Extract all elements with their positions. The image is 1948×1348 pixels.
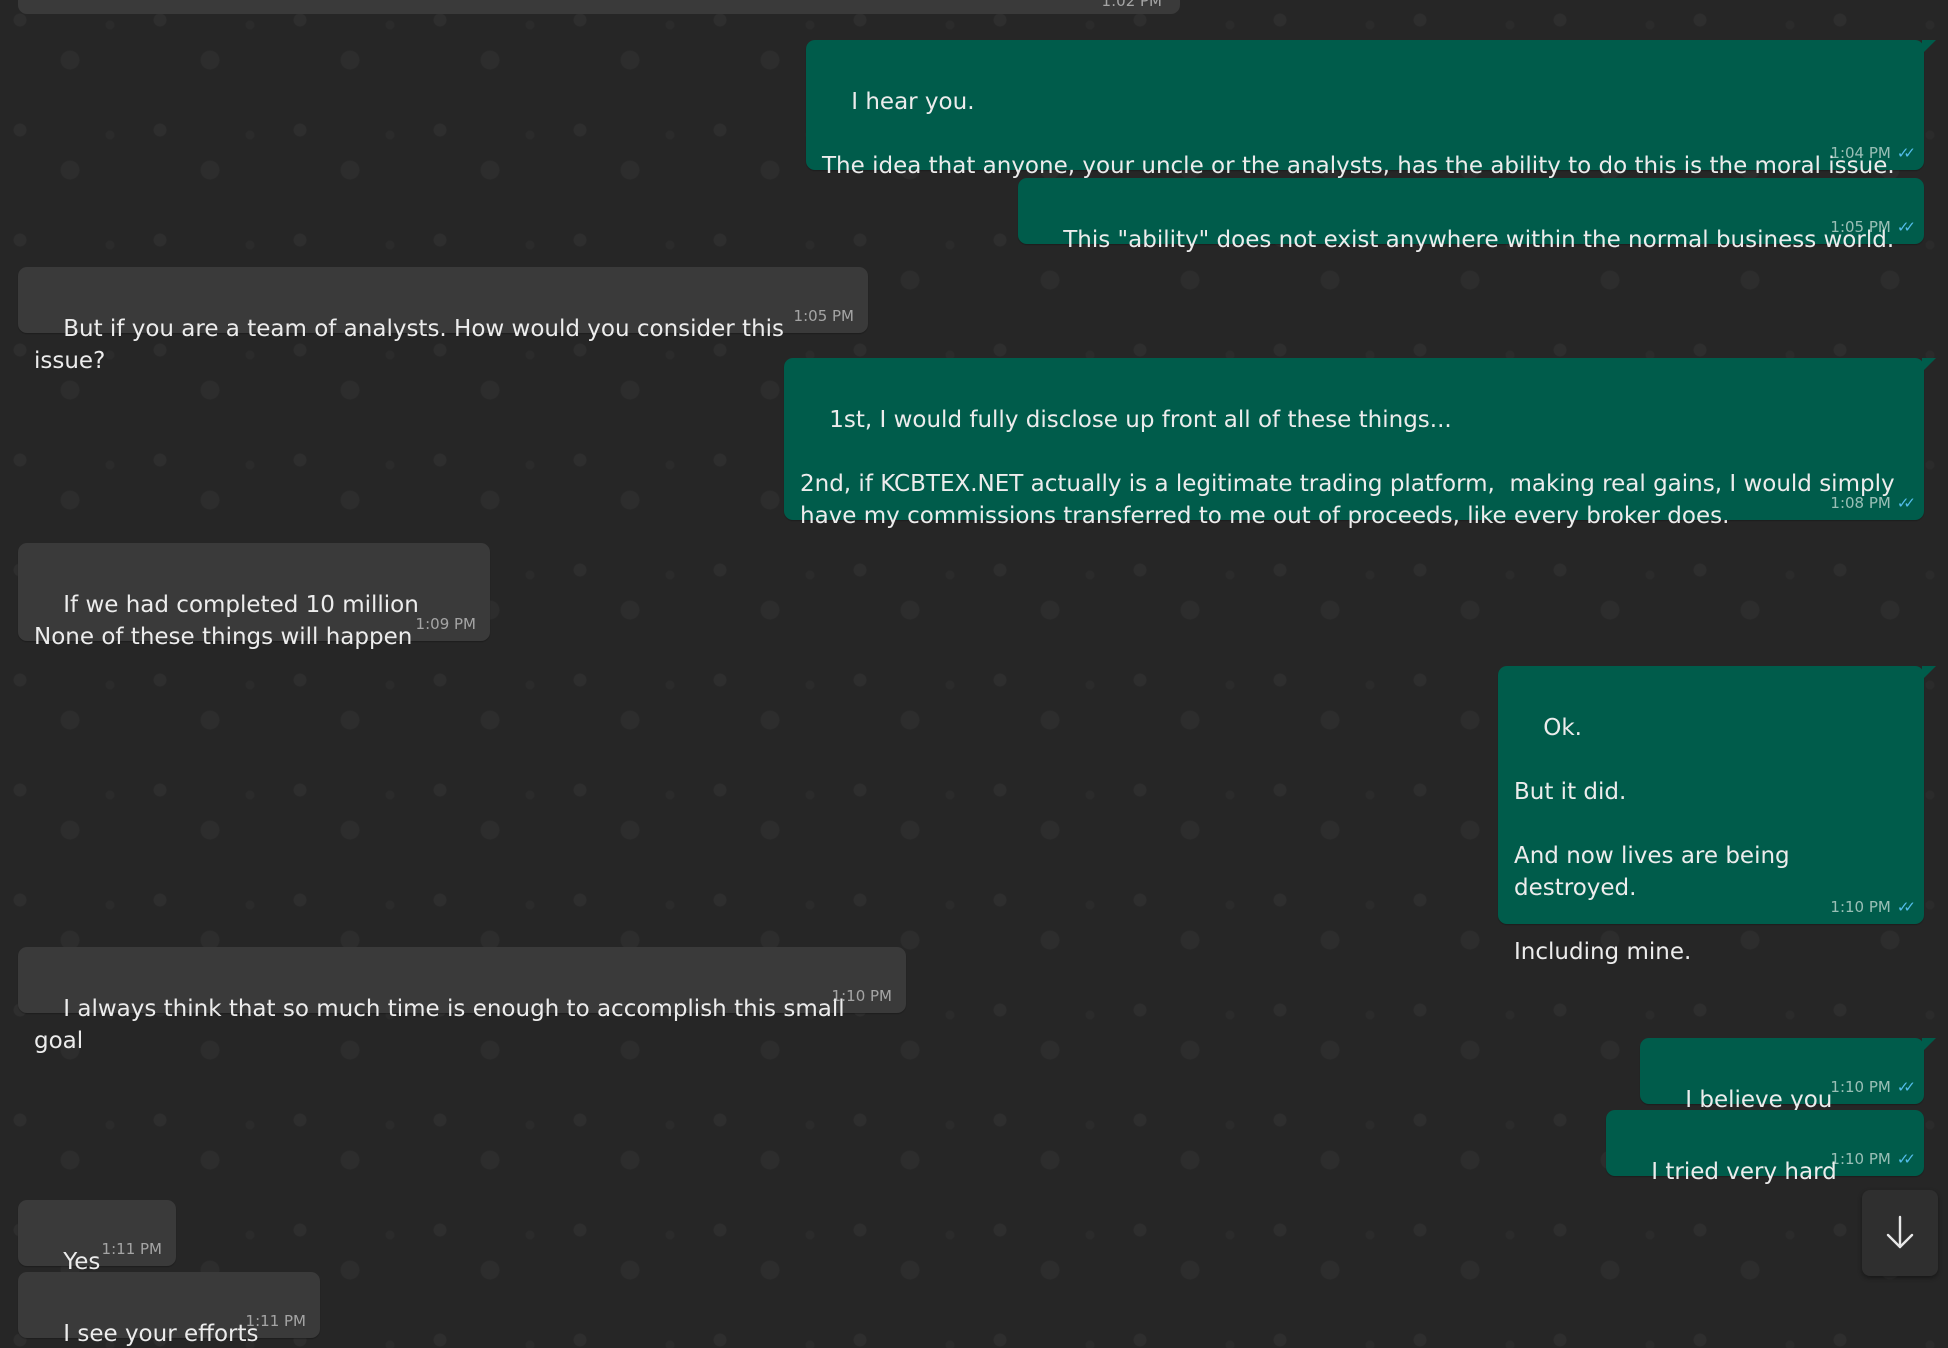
message-time: 1:10 PM xyxy=(1830,898,1891,916)
message-time: 1:11 PM xyxy=(245,1312,306,1330)
message-bubble-incoming-partial[interactable]: 1:02 PM xyxy=(18,0,1180,14)
message-bubble-outgoing[interactable]: I tried very hard 1:10 PM ✓✓ xyxy=(1606,1110,1924,1185)
message-bubble-outgoing[interactable]: I believe you 1:10 PM ✓✓ xyxy=(1640,1038,1936,1113)
message-text: If we had completed 10 million None of t… xyxy=(34,592,419,650)
message-bubble-incoming[interactable]: But if you are a team of analysts. How w… xyxy=(18,267,868,374)
double-check-icon: ✓✓ xyxy=(1896,1078,1916,1096)
double-check-icon: ✓✓ xyxy=(1896,218,1916,236)
message-text: 1st, I would fully disclose up front all… xyxy=(800,407,1895,529)
message-meta: 1:10 PM ✓✓ xyxy=(1830,898,1916,916)
double-check-icon: ✓✓ xyxy=(1896,494,1916,512)
arrow-down-icon xyxy=(1886,1215,1914,1249)
double-check-icon: ✓✓ xyxy=(1896,898,1916,916)
message-text: I see your efforts xyxy=(63,1321,259,1347)
message-meta: 1:04 PM ✓✓ xyxy=(1830,144,1916,162)
message-bubble-outgoing[interactable]: Ok. But it did. And now lives are being … xyxy=(1498,666,1936,965)
message-text: I hear you. The idea that anyone, your u… xyxy=(822,89,1895,179)
message-time: 1:09 PM xyxy=(415,615,476,633)
message-text: I tried very hard xyxy=(1651,1159,1837,1185)
message-meta: 1:05 PM ✓✓ xyxy=(1830,218,1916,236)
chat-messages-pane[interactable]: 1:02 PM I hear you. The idea that anyone… xyxy=(0,0,1948,1348)
message-bubble-incoming[interactable]: I see your efforts 1:11 PM xyxy=(18,1272,320,1347)
double-check-icon: ✓✓ xyxy=(1896,1150,1916,1168)
message-time: 1:10 PM xyxy=(831,987,892,1005)
double-check-icon: ✓✓ xyxy=(1896,144,1916,162)
message-text: But if you are a team of analysts. How w… xyxy=(34,316,792,374)
message-time: 1:05 PM xyxy=(793,307,854,325)
message-meta: 1:08 PM ✓✓ xyxy=(1830,494,1916,512)
message-meta: 1:10 PM ✓✓ xyxy=(1830,1078,1916,1096)
message-bubble-incoming[interactable]: Yes 1:11 PM xyxy=(18,1200,176,1275)
message-meta: 1:10 PM ✓✓ xyxy=(1830,1150,1916,1168)
message-bubble-outgoing[interactable]: This "ability" does not exist anywhere w… xyxy=(1018,178,1924,253)
message-bubble-incoming[interactable]: If we had completed 10 million None of t… xyxy=(18,543,490,650)
message-time: 1:10 PM xyxy=(1830,1150,1891,1168)
message-time: 1:11 PM xyxy=(101,1240,162,1258)
message-bubble-outgoing[interactable]: I hear you. The idea that anyone, your u… xyxy=(806,40,1936,179)
message-time: 1:02 PM xyxy=(1101,0,1162,10)
message-time: 1:05 PM xyxy=(1830,218,1891,236)
message-time: 1:10 PM xyxy=(1830,1078,1891,1096)
scroll-to-bottom-button[interactable] xyxy=(1862,1190,1938,1276)
message-text: I always think that so much time is enou… xyxy=(34,996,852,1054)
message-text: This "ability" does not exist anywhere w… xyxy=(1063,227,1895,253)
message-bubble-outgoing[interactable]: 1st, I would fully disclose up front all… xyxy=(784,358,1936,529)
message-text: Ok. But it did. And now lives are being … xyxy=(1514,715,1790,965)
message-bubble-incoming[interactable]: I always think that so much time is enou… xyxy=(18,947,906,1054)
message-time: 1:08 PM xyxy=(1830,494,1891,512)
message-time: 1:04 PM xyxy=(1830,144,1891,162)
